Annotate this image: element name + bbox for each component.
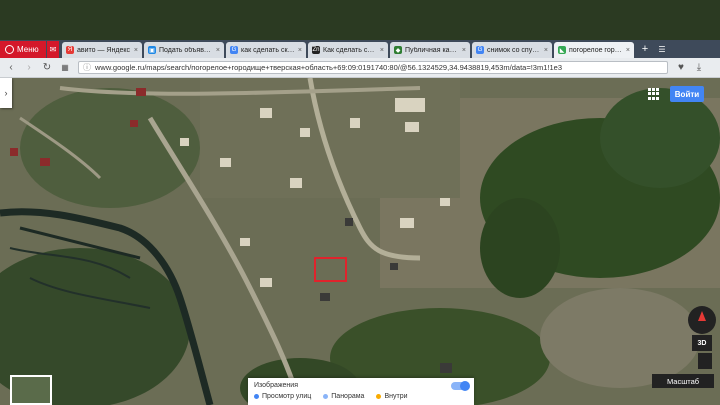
satellite-map[interactable]: › Войти 3D Масштаб Изображения Просмотр … [0,78,720,405]
browser-tab-bar: Меню ✉ Яавито — Яндекс×▣Подать объявлени… [0,40,720,58]
layers-title: Изображения [254,382,298,389]
download-icon[interactable]: ⤓ [692,61,706,75]
zen-icon: Zn [312,46,320,54]
avito-icon: ▣ [148,46,156,54]
scale-label[interactable]: Масштаб [652,374,714,388]
tab-menu-icon[interactable]: ☰ [655,40,669,58]
tab-label: как сделать скрин [241,46,295,54]
google-apps-icon[interactable] [648,88,660,100]
satellite-imagery [0,78,720,405]
bookmark-heart-icon[interactable]: ♥ [674,61,688,75]
close-tab-icon[interactable]: × [216,47,220,54]
reload-icon[interactable]: ↻ [40,61,54,75]
browser-tab[interactable]: Gснимок со спутник × [472,42,552,58]
collapse-side-panel-button[interactable]: › [0,78,12,108]
layer-swatch-icon [254,394,259,399]
signin-button[interactable]: Войти [670,86,704,102]
address-bar[interactable]: ⓘ www.google.ru/maps/search/погорелое+го… [78,61,668,74]
new-tab-button[interactable]: + [638,40,652,58]
browser-tab[interactable]: ◣ погорелое городи × [554,42,634,58]
browser-tab[interactable]: Gкак сделать скрин × [226,42,306,58]
site-info-icon[interactable]: ⓘ [83,62,91,73]
map-type-thumbnail[interactable] [10,375,52,405]
back-icon[interactable]: ‹ [4,61,18,75]
tab-label: Подать объявлени [159,46,213,54]
layer-options: Просмотр улиц Панорама Внутри [254,393,408,400]
layer-label: Панорама [331,393,365,400]
close-tab-icon[interactable]: × [544,47,548,54]
mail-icon[interactable]: ✉ [47,41,59,58]
url-text: www.google.ru/maps/search/погорелое+горо… [95,63,562,72]
close-tab-icon[interactable]: × [298,47,302,54]
tab-strip: Яавито — Яндекс×▣Подать объявлени×Gкак с… [61,40,635,58]
close-tab-icon[interactable]: × [134,47,138,54]
layer-label: Внутри [384,393,408,400]
google-icon: G [230,46,238,54]
browser-tab[interactable]: ◆ Публичная кадаст × [390,42,470,58]
yandex-icon: Я [66,46,74,54]
close-tab-icon[interactable]: × [626,47,630,54]
layer-label: Просмотр улиц [262,393,312,400]
compass-icon[interactable] [688,306,716,334]
tab-label: Публичная кадаст [405,46,459,54]
opera-logo-icon [5,45,14,54]
speed-dial-icon[interactable]: ▦ [58,61,72,75]
cadastre-icon: ◆ [394,46,402,54]
forward-icon[interactable]: › [22,61,36,75]
tab-label: Как сделать скрин [323,46,377,54]
imagery-layers-panel: Изображения Просмотр улиц Панорама Внутри [248,378,474,405]
tab-label: погорелое городи [569,46,623,54]
browser-tab[interactable]: Яавито — Яндекс × [62,42,142,58]
layer-option[interactable]: Просмотр улиц [254,393,311,400]
browser-tab[interactable]: Zn Как сделать скрин × [308,42,388,58]
close-tab-icon[interactable]: × [462,47,466,54]
menu-label: Меню [17,45,39,54]
zoom-control[interactable] [698,353,712,369]
browser-menu-button[interactable]: Меню [0,41,46,58]
maps-icon: ◣ [558,46,566,54]
layer-swatch-icon [323,394,329,399]
parcel-highlight-box [314,257,347,282]
layer-option[interactable]: Внутри [376,393,408,400]
browser-toolbar: ‹ › ↻ ▦ ⓘ www.google.ru/maps/search/пого… [0,58,720,78]
3d-toggle-button[interactable]: 3D [692,335,712,351]
browser-tab[interactable]: ▣Подать объявлени× [144,42,224,58]
close-tab-icon[interactable]: × [380,47,384,54]
tab-label: авито — Яндекс [77,46,130,54]
layer-swatch-icon [376,394,382,399]
layer-option[interactable]: Панорама [323,393,364,400]
imagery-toggle[interactable] [451,381,470,391]
google-icon: G [476,46,484,54]
tab-label: снимок со спутник [487,46,541,54]
